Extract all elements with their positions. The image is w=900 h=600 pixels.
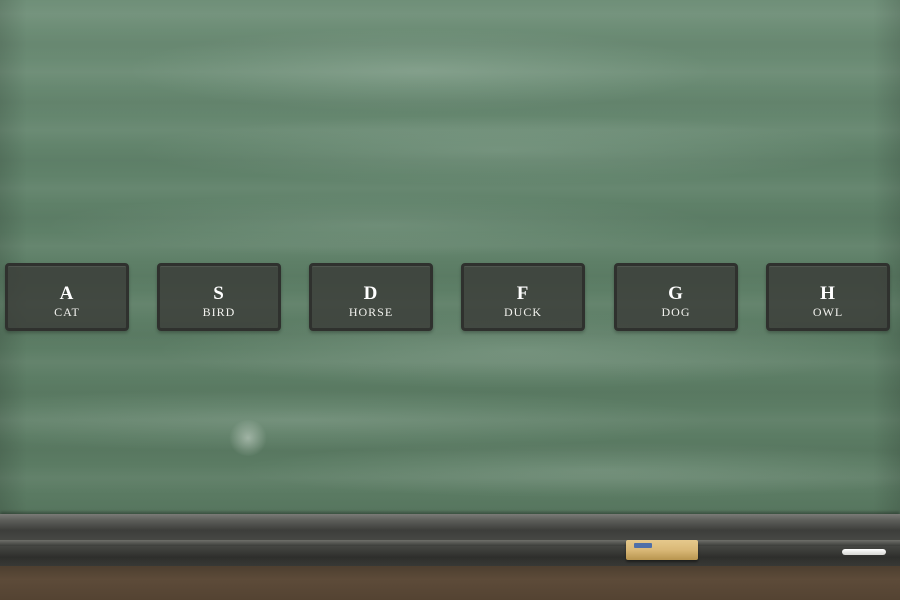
key-g-button[interactable]: G DOG — [614, 263, 738, 331]
key-label: BIRD — [202, 305, 236, 319]
key-d-button[interactable]: D HORSE — [309, 263, 433, 331]
chalk-smudge — [228, 420, 268, 456]
key-letter: F — [516, 283, 530, 304]
chalk-tray-lip — [0, 540, 900, 546]
key-label: DUCK — [503, 305, 542, 319]
key-letter: D — [363, 283, 379, 304]
key-a-button[interactable]: A CAT — [5, 263, 129, 331]
sound-key-row: A CAT S BIRD D HORSE F DUCK G DOG H OWL — [5, 263, 895, 335]
game-scene: A CAT S BIRD D HORSE F DUCK G DOG H OWL — [0, 0, 900, 600]
key-label: OWL — [812, 305, 844, 319]
key-letter: S — [213, 283, 225, 304]
key-label: CAT — [54, 305, 80, 319]
key-s-button[interactable]: S BIRD — [157, 263, 281, 331]
chalk-stick-icon — [842, 549, 886, 555]
key-f-button[interactable]: F DUCK — [461, 263, 585, 331]
key-label: DOG — [661, 305, 691, 319]
eraser-icon — [626, 540, 698, 560]
key-h-button[interactable]: H OWL — [766, 263, 890, 331]
wall-panel — [0, 566, 900, 600]
key-letter: G — [668, 283, 684, 304]
key-label: HORSE — [348, 305, 394, 319]
key-letter: H — [820, 283, 836, 304]
chalkboard — [0, 0, 900, 516]
key-letter: A — [59, 283, 75, 304]
